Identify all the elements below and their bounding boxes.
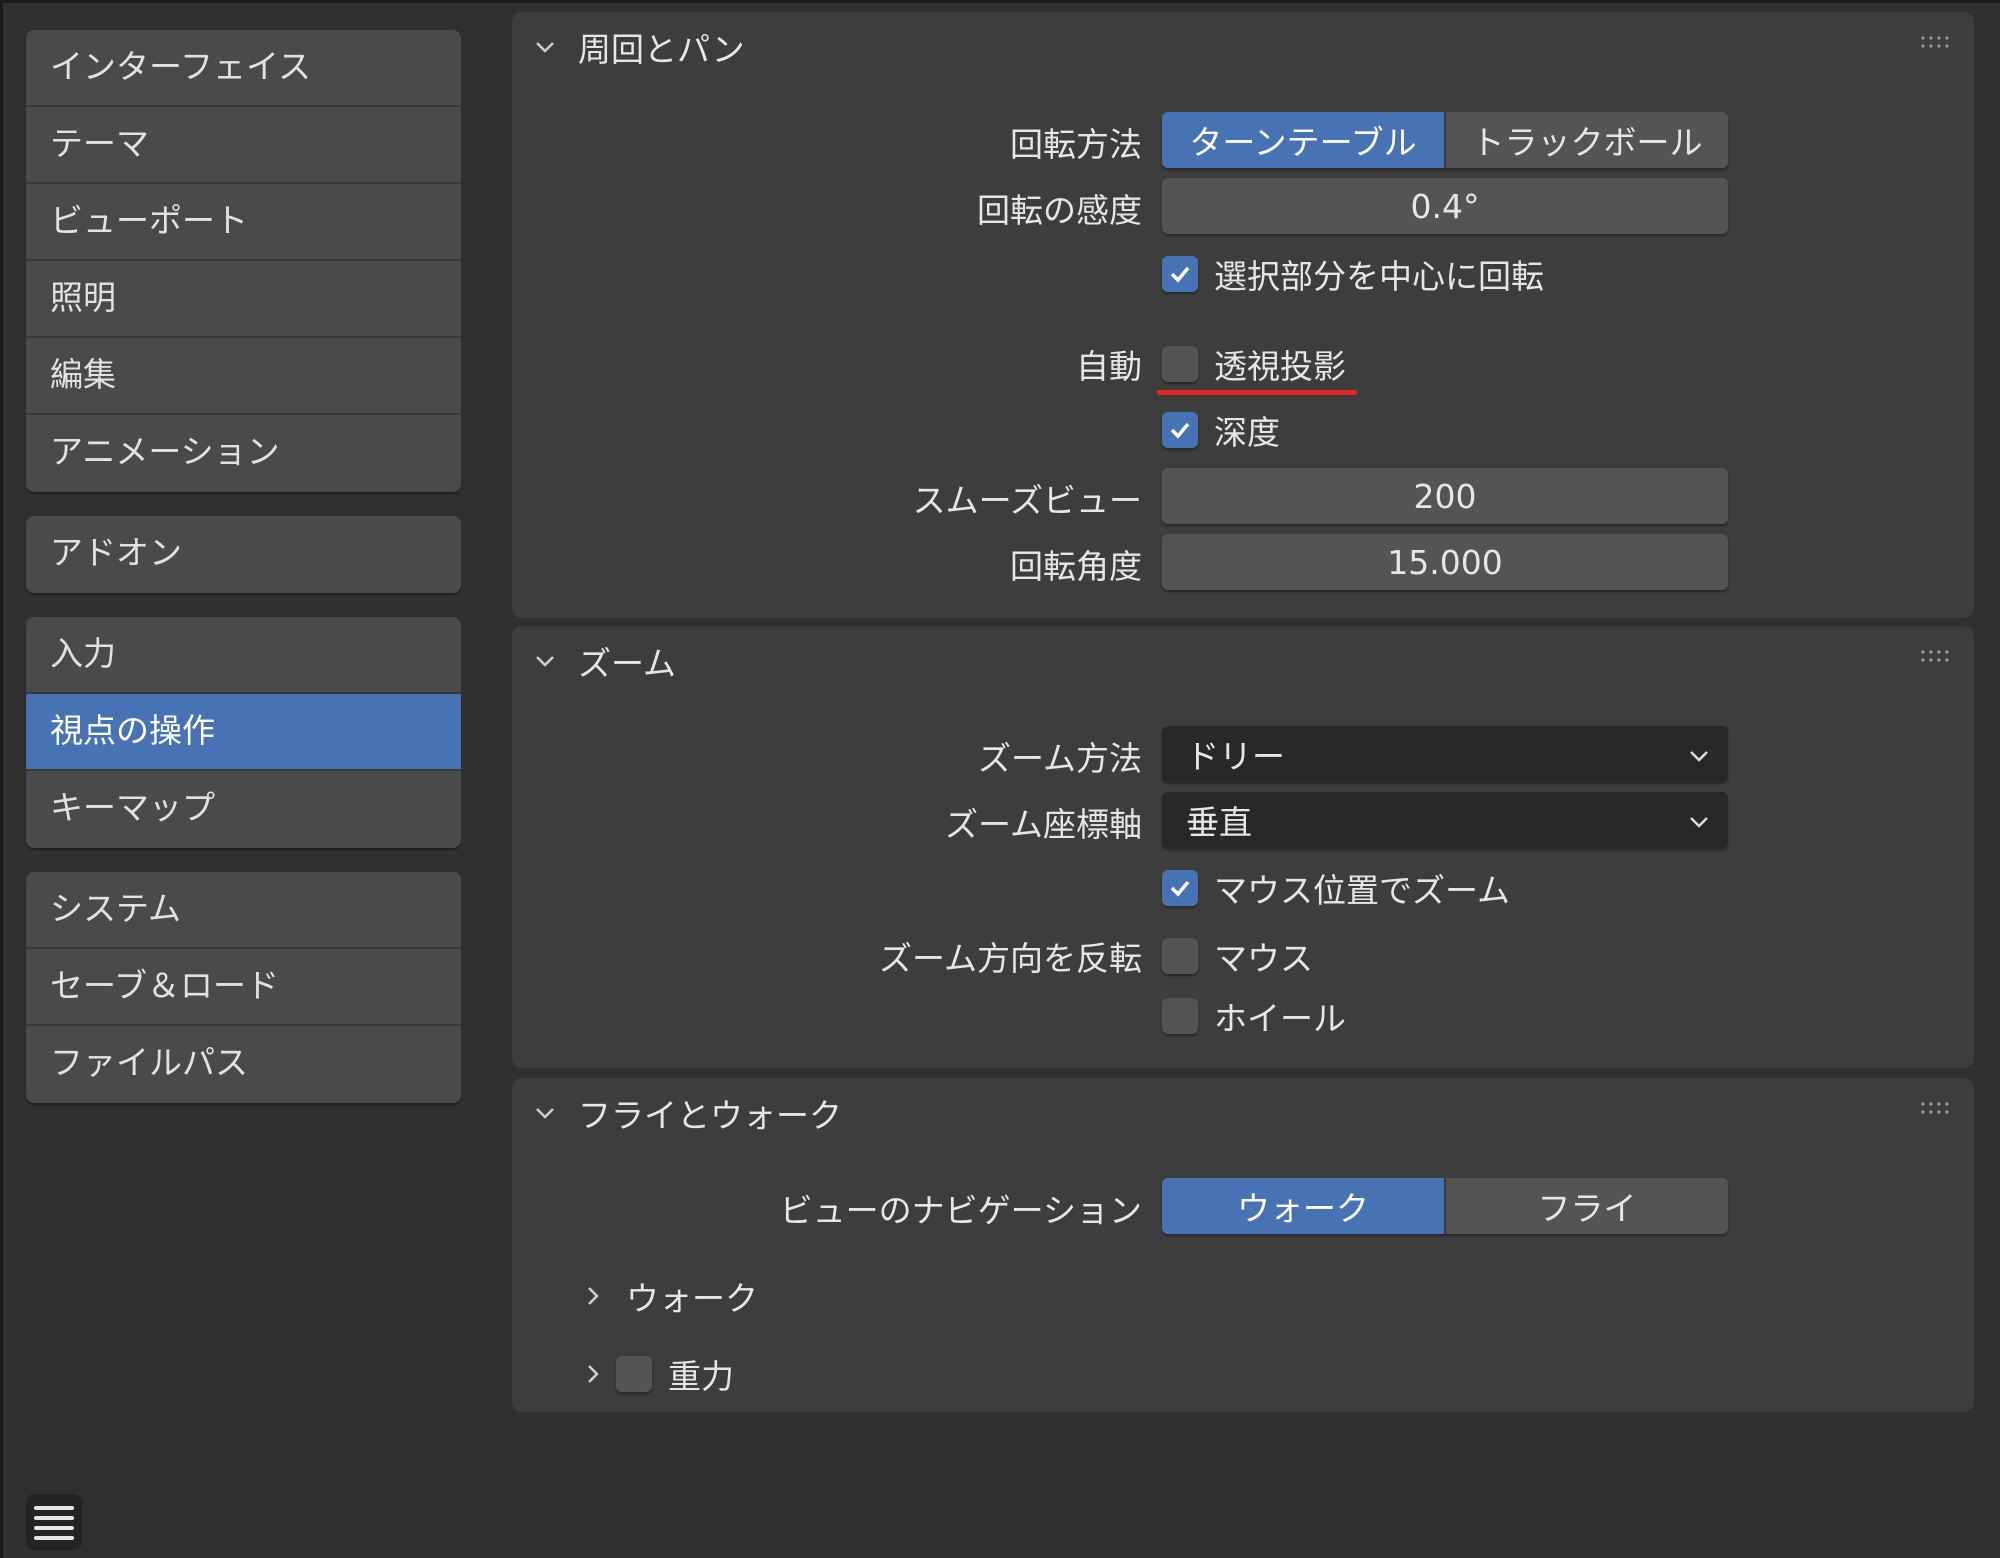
chevron-down-icon (534, 650, 556, 672)
auto-depth-checkbox[interactable]: 深度 (1162, 406, 1280, 454)
sidebar-group-2: アドオン (26, 516, 461, 593)
checkmark-icon (1167, 417, 1193, 443)
chevron-right-icon (582, 1285, 604, 1307)
orbit-pan-panel: 周回とパン 回転方法 ターンテーブル トラックボール 回転の感度 0.4° 選択… (512, 12, 1974, 618)
sidebar-item-navigation[interactable]: 視点の操作 (26, 694, 461, 771)
rotation-turntable-option[interactable]: ターンテーブル (1162, 112, 1444, 168)
drag-grip-icon[interactable] (1920, 1100, 1954, 1116)
zoom-header[interactable]: ズーム (534, 636, 676, 686)
rotation-method-label: 回転方法 (1010, 118, 1142, 166)
orbit-pan-header[interactable]: 周回とパン (534, 22, 745, 72)
chevron-right-icon (582, 1363, 604, 1385)
zoom-axis-dropdown[interactable]: 垂直 (1162, 792, 1728, 848)
chevron-down-icon (534, 36, 556, 58)
zoom-method-label: ズーム方法 (978, 732, 1142, 780)
orbit-pan-title: 周回とパン (578, 23, 745, 71)
smooth-view-label: スムーズビュー (913, 474, 1142, 522)
sidebar-item-system[interactable]: システム (26, 872, 461, 949)
rotation-sensitivity-label: 回転の感度 (977, 184, 1142, 232)
chevron-down-icon (534, 1102, 556, 1124)
checkbox-checked (1162, 870, 1198, 906)
sidebar-group-3: 入力 視点の操作 キーマップ (26, 617, 461, 848)
preferences-sidebar: インターフェイス テーマ ビューポート 照明 編集 アニメーション アドオン 入… (26, 30, 461, 1127)
orbit-around-selection-checkbox[interactable]: 選択部分を中心に回転 (1162, 250, 1544, 298)
rotation-method-toggle: ターンテーブル トラックボール (1162, 112, 1728, 168)
sidebar-item-save-load[interactable]: セーブ＆ロード (26, 949, 461, 1026)
gravity-subpanel-header[interactable]: 重力 (582, 1350, 734, 1398)
zoom-method-dropdown[interactable]: ドリー (1162, 726, 1728, 782)
chevron-down-icon (1688, 744, 1710, 766)
checkbox-unchecked (1162, 346, 1198, 382)
rotation-trackball-option[interactable]: トラックボール (1444, 112, 1728, 168)
sidebar-item-themes[interactable]: テーマ (26, 107, 461, 184)
hamburger-menu-icon (33, 1502, 75, 1542)
invert-mouse-label: マウス (1214, 932, 1313, 980)
walk-subpanel-label: ウォーク (626, 1272, 758, 1320)
view-navigation-toggle: ウォーク フライ (1162, 1178, 1728, 1234)
checkbox-unchecked (1162, 998, 1198, 1034)
invert-wheel-checkbox[interactable]: ホイール (1162, 992, 1346, 1040)
fly-walk-header[interactable]: フライとウォーク (534, 1088, 842, 1138)
sidebar-item-editing[interactable]: 編集 (26, 338, 461, 415)
sidebar-group-1: インターフェイス テーマ ビューポート 照明 編集 アニメーション (26, 30, 461, 492)
smooth-view-field[interactable]: 200 (1162, 468, 1728, 524)
sidebar-item-file-paths[interactable]: ファイルパス (26, 1026, 461, 1103)
zoom-axis-value: 垂直 (1186, 796, 1252, 844)
checkmark-icon (1167, 261, 1193, 287)
zoom-axis-label: ズーム座標軸 (945, 798, 1142, 846)
preferences-menu-button[interactable] (26, 1494, 82, 1550)
gravity-subpanel-label: 重力 (668, 1350, 734, 1398)
navigation-walk-option[interactable]: ウォーク (1162, 1178, 1444, 1234)
sidebar-item-viewport[interactable]: ビューポート (26, 184, 461, 261)
auto-label: 自動 (1076, 340, 1142, 388)
rotation-angle-label: 回転角度 (1010, 540, 1142, 588)
invert-wheel-label: ホイール (1214, 992, 1346, 1040)
sidebar-item-lights[interactable]: 照明 (26, 261, 461, 338)
auto-perspective-checkbox[interactable]: 透視投影 (1162, 340, 1346, 388)
zoom-panel: ズーム ズーム方法 ドリー ズーム座標軸 垂直 マウス位置でズーム ズーム方向を… (512, 626, 1974, 1068)
drag-grip-icon[interactable] (1920, 34, 1954, 50)
auto-depth-label: 深度 (1214, 406, 1280, 454)
zoom-title: ズーム (578, 637, 676, 685)
walk-subpanel-header[interactable]: ウォーク (582, 1272, 758, 1320)
rotation-angle-field[interactable]: 15.000 (1162, 534, 1728, 590)
auto-perspective-label: 透視投影 (1214, 340, 1346, 388)
orbit-around-selection-label: 選択部分を中心に回転 (1214, 250, 1544, 298)
sidebar-item-animation[interactable]: アニメーション (26, 415, 461, 492)
zoom-to-mouse-checkbox[interactable]: マウス位置でズーム (1162, 864, 1510, 912)
checkbox-checked (1162, 412, 1198, 448)
sidebar-item-keymap[interactable]: キーマップ (26, 771, 461, 848)
chevron-down-icon (1688, 810, 1710, 832)
gravity-checkbox[interactable] (616, 1356, 652, 1392)
checkbox-unchecked (1162, 938, 1198, 974)
navigation-fly-option[interactable]: フライ (1444, 1178, 1728, 1234)
checkmark-icon (1167, 875, 1193, 901)
sidebar-group-4: システム セーブ＆ロード ファイルパス (26, 872, 461, 1103)
zoom-to-mouse-label: マウス位置でズーム (1214, 864, 1510, 912)
fly-walk-title: フライとウォーク (578, 1089, 842, 1137)
zoom-method-value: ドリー (1186, 730, 1285, 778)
drag-grip-icon[interactable] (1920, 648, 1954, 664)
invert-zoom-label: ズーム方向を反転 (879, 932, 1142, 980)
sidebar-item-input[interactable]: 入力 (26, 617, 461, 694)
rotation-sensitivity-field[interactable]: 0.4° (1162, 178, 1728, 234)
sidebar-item-addons[interactable]: アドオン (26, 516, 461, 593)
sidebar-item-interface[interactable]: インターフェイス (26, 30, 461, 107)
highlight-underline (1157, 390, 1357, 395)
checkbox-checked (1162, 256, 1198, 292)
invert-mouse-checkbox[interactable]: マウス (1162, 932, 1313, 980)
fly-walk-panel: フライとウォーク ビューのナビゲーション ウォーク フライ ウォーク 重力 (512, 1078, 1974, 1412)
view-navigation-label: ビューのナビゲーション (780, 1184, 1142, 1232)
